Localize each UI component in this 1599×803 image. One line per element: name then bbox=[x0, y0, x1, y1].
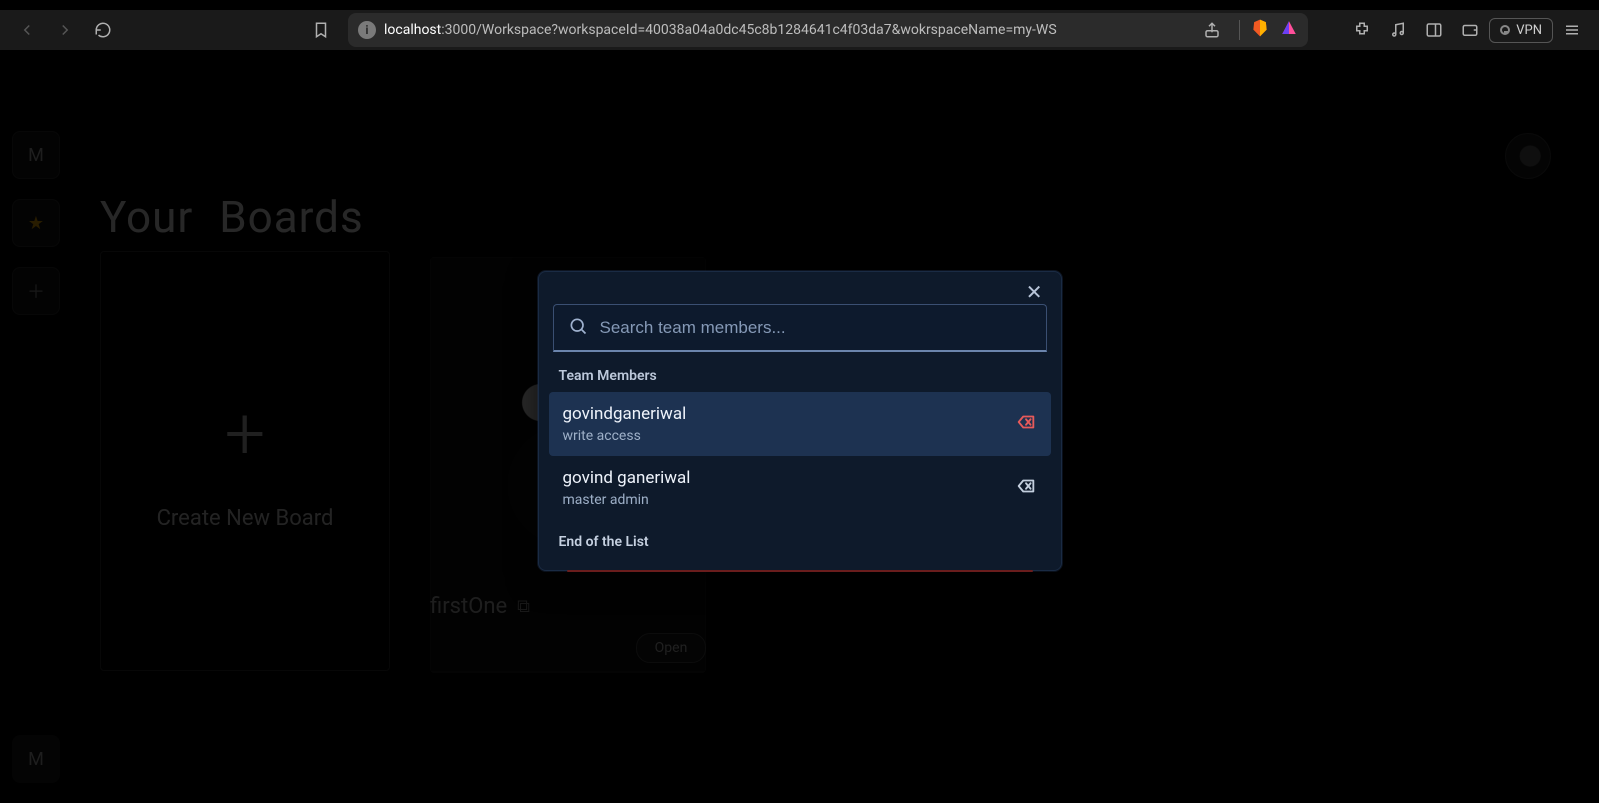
member-info: govind ganeriwal master admin bbox=[563, 468, 691, 508]
media-button[interactable] bbox=[1381, 13, 1415, 47]
team-member-row[interactable]: govindganeriwal write access bbox=[549, 392, 1051, 456]
address-bar[interactable]: i localhost:3000/Workspace?workspaceId=4… bbox=[348, 13, 1308, 47]
share-button[interactable] bbox=[1195, 13, 1229, 47]
search-field-wrapper[interactable] bbox=[553, 304, 1047, 352]
member-info: govindganeriwal write access bbox=[563, 404, 687, 444]
browser-toolbar: i localhost:3000/Workspace?workspaceId=4… bbox=[0, 10, 1599, 50]
wallet-button[interactable] bbox=[1453, 13, 1487, 47]
brave-rewards-icon[interactable] bbox=[1280, 19, 1298, 41]
url-host: localhost bbox=[384, 22, 441, 38]
toolbar-divider bbox=[1239, 20, 1240, 40]
remove-member-icon[interactable] bbox=[1015, 411, 1037, 437]
search-icon bbox=[568, 316, 588, 340]
url-path: :3000/Workspace?workspaceId=40038a04a0dc… bbox=[441, 22, 1056, 38]
site-info-icon[interactable]: i bbox=[358, 21, 376, 39]
nav-forward-button[interactable] bbox=[48, 13, 82, 47]
reload-button[interactable] bbox=[86, 13, 120, 47]
brave-shield-icon[interactable] bbox=[1250, 18, 1270, 42]
modal-overlay[interactable]: ✕ Team Members govindganeriwal write acce… bbox=[0, 51, 1599, 803]
member-name: govind ganeriwal bbox=[563, 468, 691, 488]
member-name: govindganeriwal bbox=[563, 404, 687, 424]
end-of-list-label: End of the List bbox=[559, 534, 1041, 550]
team-members-modal: ✕ Team Members govindganeriwal write acce… bbox=[538, 271, 1062, 571]
team-member-row[interactable]: govind ganeriwal master admin bbox=[549, 456, 1051, 520]
team-members-heading: Team Members bbox=[559, 368, 1041, 384]
vpn-label: VPN bbox=[1516, 23, 1542, 38]
search-input[interactable] bbox=[600, 318, 1032, 338]
app-menu-button[interactable] bbox=[1555, 13, 1589, 47]
extensions-button[interactable] bbox=[1345, 13, 1379, 47]
remove-member-icon[interactable] bbox=[1015, 475, 1037, 501]
member-role: write access bbox=[563, 428, 687, 444]
bookmark-button[interactable] bbox=[304, 13, 338, 47]
vpn-status-icon bbox=[1500, 25, 1510, 35]
url-text: localhost:3000/Workspace?workspaceId=400… bbox=[384, 22, 1057, 38]
close-icon[interactable]: ✕ bbox=[1026, 280, 1043, 304]
bottom-accent-bar bbox=[567, 570, 1033, 572]
sidepanel-button[interactable] bbox=[1417, 13, 1451, 47]
vpn-button[interactable]: VPN bbox=[1489, 18, 1553, 43]
member-role: master admin bbox=[563, 492, 691, 508]
nav-back-button[interactable] bbox=[10, 13, 44, 47]
